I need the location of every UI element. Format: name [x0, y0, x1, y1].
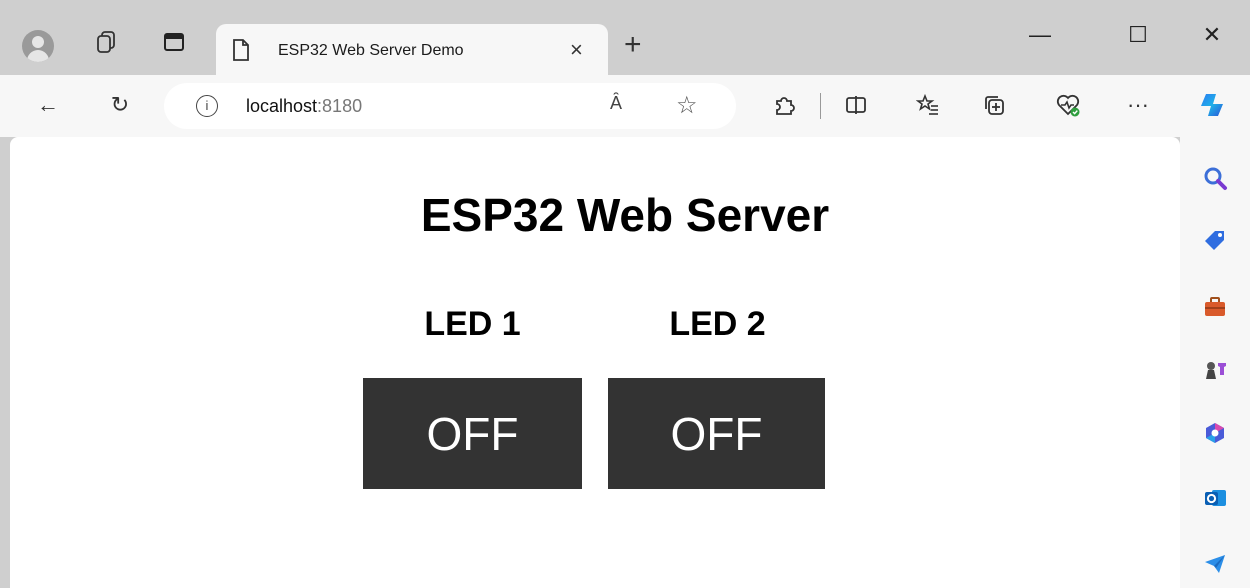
browser-essentials-icon[interactable] [1050, 87, 1086, 123]
favorites-icon[interactable] [910, 87, 946, 123]
address-bar[interactable]: i localhost:8180 Ȃ ☆ [164, 83, 736, 129]
copilot-icon[interactable] [1194, 87, 1230, 123]
led-2-control: LED 2 OFF [608, 305, 827, 489]
led-1-toggle-button[interactable]: OFF [363, 378, 582, 489]
favorite-star-icon[interactable]: ☆ [676, 91, 698, 120]
profile-avatar-icon[interactable] [22, 30, 54, 62]
games-chess-icon[interactable] [1200, 355, 1230, 385]
split-screen-icon[interactable] [838, 87, 874, 123]
extensions-icon[interactable] [766, 87, 802, 123]
toolbar-separator [820, 93, 821, 119]
led-2-toggle-button[interactable]: OFF [608, 378, 825, 489]
new-tab-button[interactable]: + [624, 30, 642, 60]
page-title: ESP32 Web Server [420, 189, 830, 241]
page-icon [232, 39, 250, 66]
vertical-tabs-icon[interactable] [154, 22, 194, 62]
tab-strip: ESP32 Web Server Demo × + — ☐ ✕ [0, 0, 1250, 75]
tab-close-icon[interactable]: × [570, 37, 583, 63]
tools-briefcase-icon[interactable] [1200, 292, 1230, 322]
url-text[interactable]: localhost:8180 [246, 96, 362, 117]
more-options-icon[interactable]: ··· [1120, 87, 1156, 123]
read-aloud-icon[interactable]: Ȃ [610, 93, 622, 114]
back-button[interactable]: ← [30, 87, 66, 123]
reload-button[interactable]: ↻ [102, 87, 138, 123]
led-2-label: LED 2 [669, 305, 766, 343]
search-icon[interactable] [1200, 163, 1230, 193]
led-1-control: LED 1 OFF [363, 305, 582, 489]
browser-toolbar: ← ↻ i localhost:8180 Ȃ ☆ ··· [0, 75, 1250, 137]
send-telegram-icon[interactable] [1200, 549, 1230, 579]
active-tab[interactable]: ESP32 Web Server Demo × [216, 24, 608, 75]
workspaces-icon[interactable] [86, 22, 126, 62]
outlook-icon[interactable] [1200, 483, 1230, 513]
edge-sidebar [1180, 137, 1250, 588]
collections-icon[interactable] [976, 87, 1012, 123]
site-info-icon[interactable]: i [196, 95, 218, 117]
page-viewport: ESP32 Web Server LED 1 OFF LED 2 OFF [10, 137, 1180, 588]
led-1-label: LED 1 [424, 305, 521, 343]
minimize-button[interactable]: — [1010, 22, 1070, 52]
tab-title: ESP32 Web Server Demo [278, 42, 464, 59]
maximize-button[interactable]: ☐ [1108, 22, 1168, 52]
microsoft-365-icon[interactable] [1200, 418, 1230, 448]
shopping-tag-icon[interactable] [1200, 225, 1230, 255]
close-window-button[interactable]: ✕ [1182, 22, 1242, 52]
